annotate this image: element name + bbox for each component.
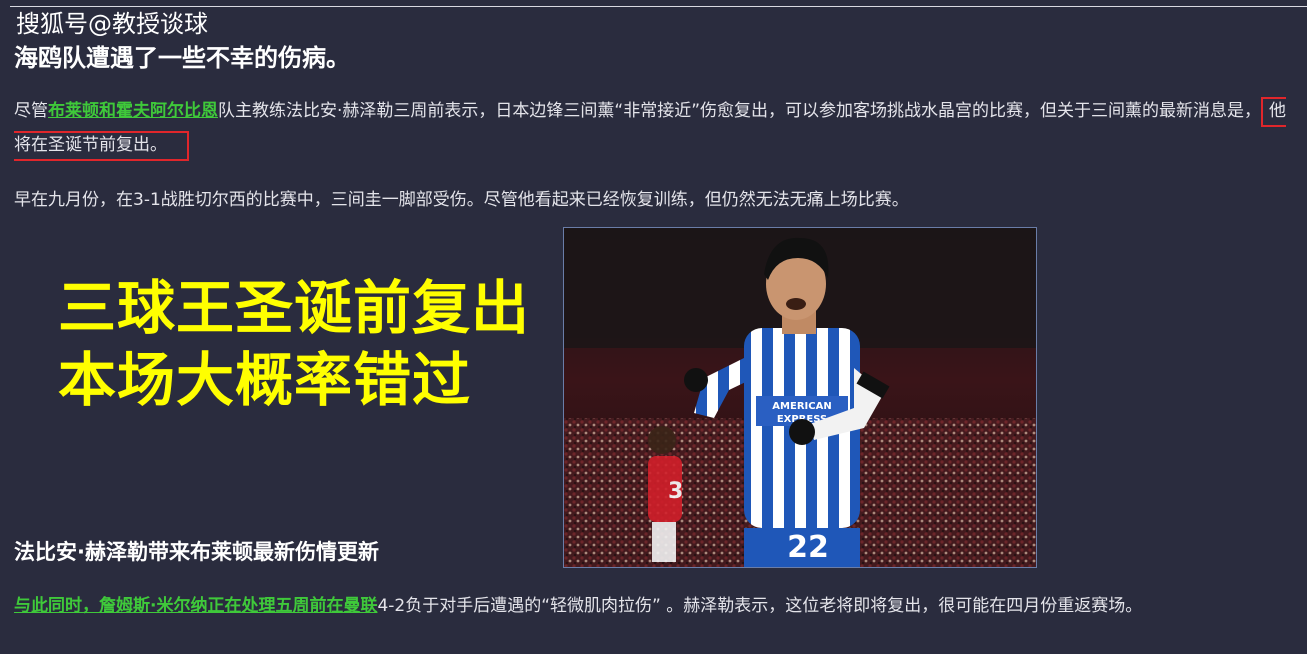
milner-link[interactable]: 与此同时，詹姆斯·米尔纳正在处理五周前在曼联 [14,596,377,616]
paragraph-3-body: 4-2负于对手后遭遇的“轻微肌肉拉伤” 。赫泽勒表示，这位老将即将复出，很可能在… [377,596,1143,616]
overlay-line-2: 本场大概率错过 [58,346,472,414]
overlay-line-1: 三球王圣诞前复出 [58,274,531,342]
section-subheading: 法比安·赫泽勒带来布莱顿最新伤情更新 [14,540,379,564]
overlay-caption: 三球王圣诞前复出 本场大概率错过 [58,272,530,416]
brighton-link[interactable]: 布莱顿和霍夫阿尔比恩 [48,101,218,121]
sponsor-line-1: AMERICAN [772,401,831,412]
paragraph-1: 尽管布莱顿和霍夫阿尔比恩队主教练法比安·赫泽勒三周前表示，日本边锋三间薰“非常接… [14,94,1299,162]
opponent-number: 3 [668,479,683,504]
watermark: 搜狐号@教授谈球 [16,10,208,38]
shirt-number: 22 [787,530,829,565]
paragraph-2: 早在九月份，在3-1战胜切尔西的比赛中，三间圭一脚部受伤。尽管他看起来已经恢复训… [14,190,909,210]
paragraph-1-prefix: 尽管 [14,101,48,121]
article-headline: 海鸥队遭遇了一些不幸的伤病。 [14,44,350,72]
player-photo: 3 22 AMERICAN EXPRESS [563,227,1037,568]
paragraph-3: 与此同时，詹姆斯·米尔纳正在处理五周前在曼联4-2负于对手后遭遇的“轻微肌肉拉伤… [14,589,1299,623]
top-divider [10,6,1307,7]
paragraph-1-body: 队主教练法比安·赫泽勒三周前表示，日本边锋三间薰“非常接近”伤愈复出，可以参加客… [218,101,1262,121]
